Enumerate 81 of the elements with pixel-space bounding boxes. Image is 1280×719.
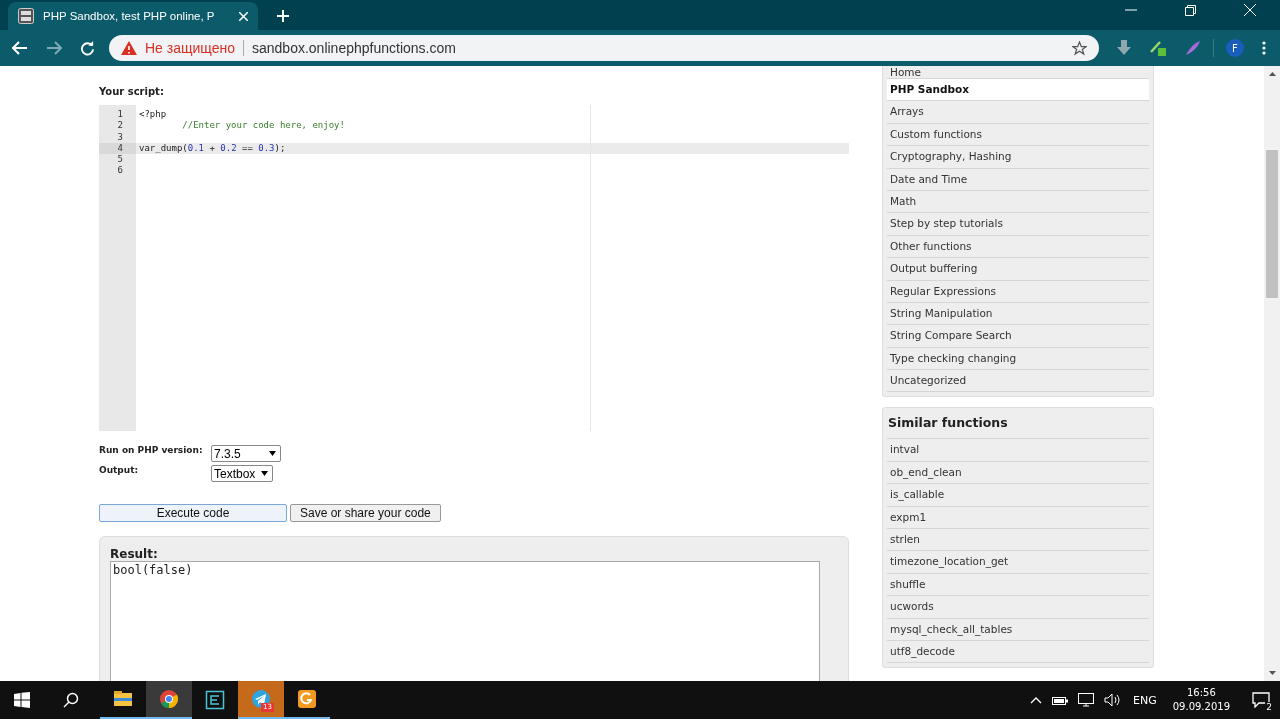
menu-item[interactable]: Arrays <box>887 101 1149 124</box>
function-link[interactable]: intval <box>887 439 1149 462</box>
menu-item[interactable]: Cryptography, Hashing <box>887 146 1149 169</box>
reload-icon[interactable] <box>80 40 95 56</box>
back-icon[interactable] <box>12 41 28 55</box>
line-number: 1 <box>116 109 124 121</box>
browser-icon[interactable] <box>159 689 179 709</box>
scrollbar-thumb[interactable] <box>1266 150 1278 298</box>
profile-avatar[interactable]: F <box>1226 39 1244 57</box>
search-icon[interactable] <box>63 692 79 708</box>
function-link[interactable]: shuffle <box>887 573 1149 597</box>
menu-item[interactable]: String Manipulation <box>887 302 1149 326</box>
caret-icon <box>269 451 276 456</box>
forward-icon[interactable] <box>46 41 62 55</box>
terminal-icon[interactable] <box>205 690 225 710</box>
line-number: 4 <box>99 142 136 155</box>
menu-item[interactable]: Date and Time <box>887 168 1149 191</box>
save-share-button[interactable]: Save or share your code <box>290 504 441 522</box>
clock[interactable]: 16:56 09.09.2019 <box>1172 686 1230 714</box>
menu-item[interactable]: String Compare Search <box>887 325 1149 348</box>
new-tab-icon[interactable] <box>276 9 290 23</box>
menu-item[interactable]: Custom functions <box>887 123 1149 147</box>
option-label: Output: <box>99 465 140 475</box>
language-indicator[interactable]: ENG <box>1133 693 1157 707</box>
menu-item[interactable]: Uncategorized <box>887 370 1149 393</box>
code-editor[interactable]: 1 2 3 4 5 6 <?php //Enter your code here, enjoy! var_dump(0.1 + 0.2 == 0.3); <box>99 105 849 431</box>
battery-icon[interactable] <box>1052 695 1069 705</box>
menu-item[interactable]: Output buffering <box>887 258 1149 281</box>
menu-item[interactable]: Type checking changing <box>887 347 1149 371</box>
document-app-icon[interactable] <box>297 689 317 709</box>
execute-button[interactable]: Execute code <box>99 504 287 522</box>
dropdown[interactable]: Textbox <box>211 465 274 482</box>
browser-tab[interactable]: PHP Sandbox, test PHP online, P <box>8 2 258 30</box>
download-icon[interactable] <box>1117 40 1131 56</box>
function-link[interactable]: is_callable <box>887 484 1149 507</box>
script-label: Your script: <box>99 86 165 99</box>
result-textbox[interactable]: bool(false) <box>110 561 820 681</box>
function-link[interactable]: strlen <box>887 529 1149 552</box>
function-link[interactable]: timezone_location_get <box>887 551 1149 574</box>
function-link[interactable]: mysql_check_all_tables <box>887 618 1149 641</box>
code-line: <?php <box>139 109 167 119</box>
menu-item[interactable]: Step by step tutorials <box>887 213 1149 236</box>
scrollbar[interactable] <box>1264 66 1280 681</box>
network-icon[interactable] <box>1078 693 1095 707</box>
close-tab-icon[interactable] <box>239 11 248 21</box>
speech-bubble-icon <box>1252 692 1270 708</box>
menu-item[interactable]: Regular Expressions <box>887 280 1149 303</box>
warning-icon <box>121 41 137 55</box>
function-link[interactable]: ucwords <box>887 596 1149 619</box>
scroll-up-icon[interactable] <box>1268 72 1276 76</box>
line-number: 5 <box>116 154 124 166</box>
result-label: Result: <box>110 547 159 561</box>
speaker-icon[interactable] <box>1104 693 1121 707</box>
menu-item[interactable]: Other functions <box>887 235 1149 259</box>
notification-button[interactable]: 2 <box>1246 685 1276 715</box>
favicon-icon <box>18 8 34 24</box>
restore-icon[interactable] <box>1185 4 1196 16</box>
security-label: Не защищено <box>145 40 235 56</box>
url-text: sandbox.onlinephpfunctions.com <box>252 40 456 56</box>
scroll-down-icon[interactable] <box>1268 671 1276 675</box>
function-link[interactable]: utf8_decode <box>887 641 1149 664</box>
menu-item[interactable]: Math <box>887 190 1149 214</box>
windows-start-icon[interactable] <box>14 692 30 708</box>
caret-icon <box>261 471 269 476</box>
address-bar[interactable]: Не защищено sandbox.onlinephpfunctions.com <box>109 35 1099 61</box>
line-number: 6 <box>116 165 124 177</box>
chevron-up-icon[interactable] <box>1030 696 1043 704</box>
panel-title: Similar functions <box>887 408 1149 440</box>
option-label: Run on PHP version: <box>99 445 204 455</box>
code-line: var_dump(0.1 + 0.2 == 0.3); <box>139 142 286 153</box>
dropdown[interactable]: 7.3.5 <box>211 445 281 462</box>
bookmark-star-icon[interactable] <box>1072 40 1087 56</box>
function-link[interactable]: expm1 <box>887 506 1149 530</box>
function-link[interactable]: ob_end_clean <box>887 461 1149 485</box>
line-number: 2 <box>116 120 124 132</box>
line-number: 3 <box>116 131 124 143</box>
folder-icon[interactable] <box>113 689 133 709</box>
close-icon[interactable] <box>1244 4 1256 16</box>
code-line: //Enter your code here, enjoy! <box>181 120 345 131</box>
menu-item[interactable]: PHP Sandbox <box>887 79 1149 102</box>
menu-icon[interactable] <box>1262 41 1266 55</box>
